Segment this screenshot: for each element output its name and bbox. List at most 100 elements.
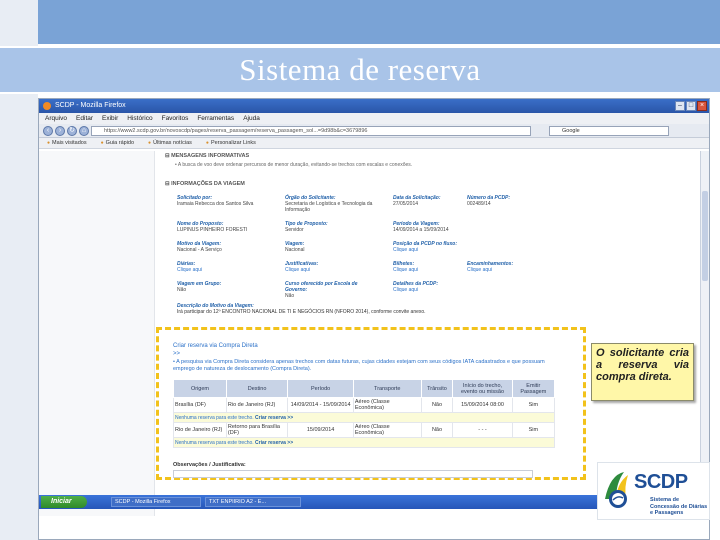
scdp-logo: SCDP Sistema de Concessão de Diárias e P… (597, 462, 710, 520)
maximize-icon[interactable]: □ (686, 101, 696, 111)
col-emitir: Emitir Passagem (511, 379, 556, 398)
start-button[interactable]: Iniciar (41, 496, 87, 508)
no-reservation-row: Nenhuma reserva para este trecho. Criar … (173, 437, 555, 448)
messages-text: • A busca de voo deve ordenar percursos … (175, 162, 413, 168)
col-periodo: Período (287, 379, 354, 398)
left-panel (39, 151, 155, 516)
window-title: SCDP - Mozilla Firefox (55, 102, 126, 109)
logo-wordmark: SCDP (634, 471, 688, 493)
slide-title: Sistema de reserva (239, 52, 481, 87)
forward-arrow-icon[interactable]: › (55, 126, 65, 136)
firefox-icon (43, 102, 51, 110)
field-viagem: Viagem: Nacional (285, 241, 305, 253)
field-tipo-proposto: Tipo de Proposto: Servidor (285, 221, 328, 233)
menu-ferramentas[interactable]: Ferramentas (197, 113, 234, 124)
field-periodo: Período da Viagem: 14/09/2014 a 15/09/201… (393, 221, 449, 233)
field-orgao: Órgão do Solicitante: Secretaria de Logís… (285, 195, 373, 213)
navigation-toolbar: ‹ › ↻ ⌂ https://www2.scdp.gov.br/novoscd… (39, 124, 709, 138)
col-destino: Destino (225, 379, 289, 398)
menu-ajuda[interactable]: Ajuda (243, 113, 260, 124)
trip-header[interactable]: ⊟ INFORMAÇÕES DA VIAGEM (165, 181, 545, 187)
no-reservation-cell: Nenhuma reserva para este trecho. Criar … (173, 412, 555, 423)
link-detalhes-pcdp[interactable]: Clique aqui (393, 287, 488, 293)
trip-info-section: ⊟ INFORMAÇÕES DA VIAGEM (165, 181, 545, 187)
col-transito: Trânsito (420, 379, 454, 398)
messages-section: ⊟ MENSAGENS INFORMATIVAS • A busca de vo… (165, 153, 525, 175)
cell-emitir: Sim (511, 422, 556, 438)
cell-inicio: - - - (452, 422, 513, 438)
compra-direta-title[interactable]: Criar reserva via Compra Direta (173, 343, 258, 349)
observations-field[interactable] (173, 470, 533, 478)
field-nome-proposto: Nome do Proposto: LUPINUS PINHEIRO FOREST… (177, 221, 248, 233)
menu-bar: Arquivo Editar Exibir Histórico Favorito… (39, 113, 709, 124)
field-motivo: Motivo da Viagem: Nacional - A Serviço (177, 241, 222, 253)
home-icon[interactable]: ⌂ (79, 126, 89, 136)
criar-reserva-link[interactable]: Criar reserva >> (255, 440, 293, 446)
bookmark-guia-rapido[interactable]: Guia rápido (101, 138, 134, 148)
compra-direta-arrow[interactable]: >> (173, 351, 180, 357)
field-viagem-grupo: Viagem em Grupo: Não (177, 281, 222, 293)
criar-reserva-link[interactable]: Criar reserva >> (255, 415, 293, 421)
callout-note: O solicitante cria a reserva via compra … (591, 343, 694, 401)
col-transporte: Transporte (352, 379, 422, 398)
no-reservation-row: Nenhuma reserva para este trecho. Criar … (173, 412, 555, 423)
field-diarias: Diárias: Clique aqui (177, 261, 272, 273)
trechos-table: Origem Destino Período Transporte Trânsi… (173, 379, 556, 448)
no-reservation-cell: Nenhuma reserva para este trecho. Criar … (173, 437, 555, 448)
bookmarks-bar: Mais visitados Guia rápido Últimas notíc… (39, 138, 709, 149)
menu-arquivo[interactable]: Arquivo (45, 113, 67, 124)
table-row: Brasília (DF) Rio de Janeiro (RJ) 14/09/… (173, 397, 556, 413)
top-banner (38, 0, 720, 44)
compra-direta-panel: Criar reserva via Compra Direta >> • A p… (156, 327, 586, 480)
messages-header[interactable]: ⊟ MENSAGENS INFORMATIVAS (165, 153, 525, 159)
link-posicao-fluxo[interactable]: Clique aqui (393, 247, 488, 253)
cell-transito: Não (420, 397, 454, 413)
cell-inicio: 15/09/2014 08:00 (452, 397, 513, 413)
scdp-emblem-icon (605, 472, 628, 508)
field-numero-pcdp: Número da PCDP: 002489/14 (467, 195, 511, 207)
table-header-row: Origem Destino Período Transporte Trânsi… (173, 379, 556, 398)
search-input[interactable]: Google (549, 126, 669, 136)
compra-direta-note: • A pesquisa via Compra Direta considera… (173, 359, 545, 372)
menu-editar[interactable]: Editar (76, 113, 93, 124)
table-row: Rio de Janeiro (RJ) Retorno para Brasíli… (173, 422, 556, 438)
task-document[interactable]: TXT ENPIIRIO A2 - E... (205, 497, 301, 507)
link-encaminhamentos[interactable]: Clique aqui (467, 267, 562, 273)
menu-exibir[interactable]: Exibir (102, 113, 118, 124)
bookmark-ultimas-noticias[interactable]: Últimas notícias (148, 138, 192, 148)
cell-periodo: 15/09/2014 (287, 422, 354, 438)
back-arrow-icon[interactable]: ‹ (43, 126, 53, 136)
field-posicao-fluxo: Posição da PCDP no fluxo: Clique aqui (393, 241, 488, 253)
scrollbar-thumb[interactable] (702, 191, 708, 281)
cell-emitir: Sim (511, 397, 556, 413)
field-detalhes-pcdp: Detalhes da PCDP: Clique aqui (393, 281, 488, 293)
field-curso-escola: Curso oferecido por Escola de Governo: Nã… (285, 281, 358, 299)
url-bar[interactable]: https://www2.scdp.gov.br/novoscdp/pages/… (91, 126, 531, 136)
trip-description: Descrição do Motivo da Viagem: Irá parti… (177, 303, 426, 315)
menu-historico[interactable]: Histórico (127, 113, 152, 124)
observations-label: Observações / Justificativa: (173, 462, 246, 468)
link-justificativas[interactable]: Clique aqui (285, 267, 380, 273)
cell-destino: Rio de Janeiro (RJ) (225, 397, 289, 413)
minimize-icon[interactable]: – (675, 101, 685, 111)
menu-favoritos[interactable]: Favoritos (162, 113, 189, 124)
bookmark-mais-visitados[interactable]: Mais visitados (47, 138, 87, 148)
link-diarias[interactable]: Clique aqui (177, 267, 272, 273)
task-firefox[interactable]: SCDP - Mozilla Firefox (111, 497, 201, 507)
close-icon[interactable]: × (697, 101, 707, 111)
col-origem: Origem (173, 379, 227, 398)
logo-subtitle: Sistema de Concessão de Diárias e Passag… (650, 497, 708, 516)
field-encaminhamentos: Encaminhamentos: Clique aqui (467, 261, 562, 273)
cell-transporte: Aéreo (Classe Econômica) (352, 397, 422, 413)
cell-transito: Não (420, 422, 454, 438)
col-inicio: Início do trecho, evento ou missão (452, 379, 513, 398)
field-solicitado-por: Solicitado por: Iramaia Rebecca dos Santo… (177, 195, 254, 207)
cell-origem: Brasília (DF) (173, 397, 227, 413)
cell-periodo: 14/09/2014 - 15/09/2014 (287, 397, 354, 413)
vertical-scrollbar[interactable] (700, 151, 709, 511)
cell-destino: Retorno para Brasília (DF) (225, 422, 289, 438)
field-justificativas: Justificativas: Clique aqui (285, 261, 380, 273)
bookmark-personalizar-links[interactable]: Personalizar Links (206, 138, 256, 148)
reload-icon[interactable]: ↻ (67, 126, 77, 136)
cell-transporte: Aéreo (Classe Econômica) (352, 422, 422, 438)
